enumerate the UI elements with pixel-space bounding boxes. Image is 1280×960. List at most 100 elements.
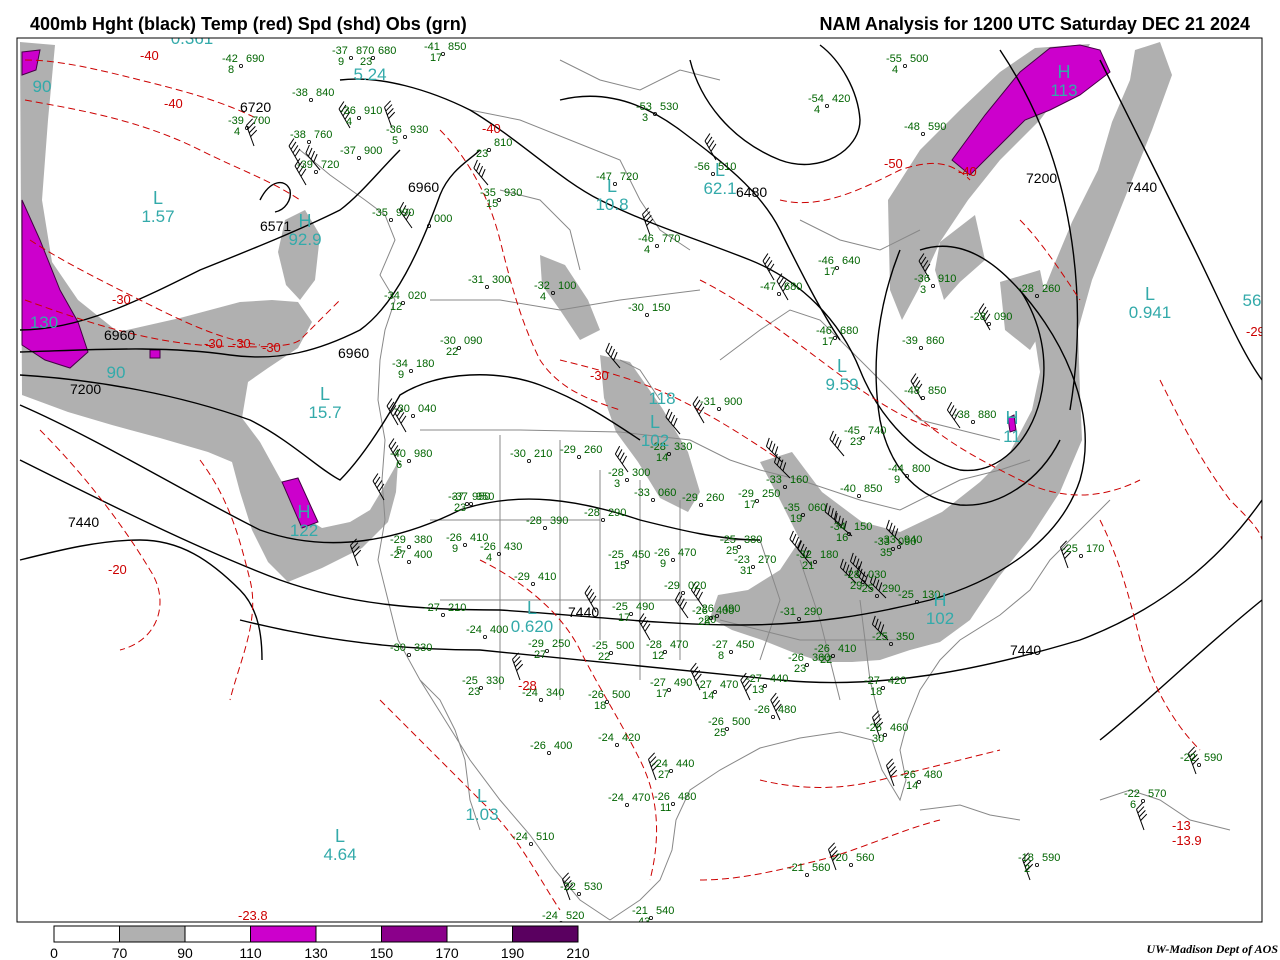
pressure-center: H11 (1003, 408, 1021, 446)
temperature-label: -50 (884, 156, 903, 171)
svg-text:H: H (299, 211, 312, 231)
svg-text:-31: -31 (468, 274, 484, 286)
svg-text:27: 27 (658, 769, 670, 781)
pressure-center: L4.64 (323, 826, 356, 864)
station-obs: -269470 (654, 547, 696, 570)
svg-text:18: 18 (870, 686, 882, 698)
station-obs: -533530 (636, 101, 678, 124)
svg-text:-24: -24 (598, 732, 614, 744)
svg-text:770: 770 (662, 233, 680, 245)
station-obs: -30 330 (390, 642, 432, 658)
station-obs: -2625500 (708, 716, 750, 739)
height-label: 6960 (338, 345, 369, 361)
pressure-center: 5.24 (353, 65, 386, 84)
svg-text:410: 410 (538, 571, 556, 583)
svg-text:-37: -37 (340, 145, 356, 157)
svg-text:260: 260 (584, 444, 602, 456)
svg-text:680: 680 (378, 45, 396, 57)
svg-text:1.57: 1.57 (141, 207, 174, 226)
svg-text:510: 510 (536, 831, 554, 843)
legend-tick-label: 110 (239, 945, 262, 960)
svg-text:10.8: 10.8 (595, 195, 628, 214)
svg-text:13: 13 (752, 684, 764, 696)
svg-text:030: 030 (868, 569, 886, 581)
svg-text:6: 6 (1130, 799, 1136, 811)
svg-text:8: 8 (718, 650, 724, 662)
svg-text:35: 35 (880, 547, 892, 559)
svg-text:640: 640 (842, 255, 860, 267)
svg-text:14: 14 (906, 780, 918, 792)
svg-text:330: 330 (486, 675, 504, 687)
svg-text:850: 850 (928, 385, 946, 397)
legend-swatch (119, 925, 186, 943)
svg-text:470: 470 (632, 792, 650, 804)
svg-text:160: 160 (790, 474, 808, 486)
svg-text:12: 12 (390, 301, 402, 313)
svg-text:520: 520 (566, 910, 584, 922)
svg-text:9.59: 9.59 (825, 375, 858, 394)
svg-text:L: L (527, 598, 537, 618)
svg-text:-28: -28 (526, 515, 542, 527)
svg-text:420: 420 (622, 732, 640, 744)
svg-text:380: 380 (414, 534, 432, 546)
svg-text:850: 850 (448, 41, 466, 53)
svg-text:4: 4 (540, 291, 546, 303)
map-area: -428690-379870-38 840-394700-364910-38 760… (19, 38, 1262, 923)
station-obs: -35 990 (372, 207, 414, 222)
svg-text:860: 860 (926, 335, 944, 347)
svg-text:-30: -30 (394, 403, 410, 415)
svg-text:H: H (934, 590, 947, 610)
svg-text:-38: -38 (290, 129, 306, 141)
svg-text:020: 020 (408, 290, 426, 302)
temperature-label: -23.8 (238, 908, 268, 923)
station-obs: -464770 (638, 233, 680, 256)
station-obs: -22 590 (1180, 752, 1222, 768)
temperature-contours (24, 59, 1262, 911)
svg-text:15.7: 15.7 (308, 403, 341, 422)
svg-text:9: 9 (338, 56, 344, 68)
station-obs: -31 300 (468, 274, 510, 289)
svg-text:23: 23 (794, 663, 806, 675)
svg-text:980: 980 (414, 448, 432, 460)
station-obs: -2427440 (652, 758, 694, 781)
svg-text:4: 4 (644, 244, 650, 256)
svg-text:680: 680 (784, 281, 802, 293)
svg-text:170: 170 (1086, 543, 1104, 555)
svg-text:440: 440 (676, 758, 694, 770)
svg-text:450: 450 (736, 639, 754, 651)
pressure-center: 130 (30, 313, 58, 332)
svg-text:4: 4 (486, 552, 492, 564)
station-obs: -2515450 (608, 549, 650, 572)
svg-text:-29: -29 (664, 580, 680, 592)
svg-text:340: 340 (546, 687, 564, 699)
station-obs: -3022090 (440, 335, 482, 358)
station-obs: -24 470 (608, 792, 650, 808)
svg-text:L: L (320, 384, 330, 404)
svg-text:090: 090 (994, 311, 1012, 323)
svg-text:22: 22 (598, 651, 610, 663)
svg-text:-31: -31 (700, 396, 716, 408)
svg-text:480: 480 (924, 769, 942, 781)
station-obs: -28 390 (526, 515, 568, 531)
svg-text:31: 31 (740, 565, 752, 577)
svg-text:-25: -25 (872, 631, 888, 643)
station-obs: -24 510 (512, 831, 554, 847)
svg-text:530: 530 (584, 881, 602, 893)
station-obs: -226570 (1124, 788, 1166, 811)
height-label: 7440 (1126, 179, 1157, 195)
svg-text:14: 14 (656, 452, 668, 464)
station-obs: -29 260 (560, 444, 602, 459)
station-obs: -394700 (228, 115, 270, 138)
svg-text:-39: -39 (902, 335, 918, 347)
legend-swatch (184, 925, 251, 943)
svg-text:-25: -25 (858, 583, 874, 595)
svg-text:-29: -29 (682, 492, 698, 504)
speed-110-knot-band (149, 349, 161, 359)
svg-text:350: 350 (896, 631, 914, 643)
station-obs: -26 400 (530, 740, 572, 756)
legend-swatch (315, 925, 382, 943)
svg-text:950: 950 (472, 491, 490, 503)
svg-text:L: L (650, 412, 660, 432)
svg-text:480: 480 (778, 704, 796, 716)
svg-text:L: L (715, 160, 725, 180)
